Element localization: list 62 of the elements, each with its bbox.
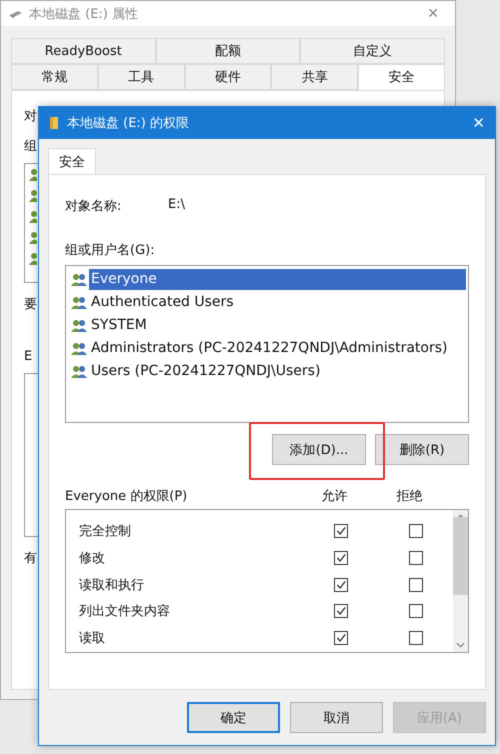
close-button[interactable]: ✕ — [472, 114, 485, 132]
add-button[interactable]: 添加(D)... — [272, 434, 366, 465]
tab[interactable]: ReadyBoost — [11, 38, 156, 64]
label-text: 有 — [24, 551, 37, 567]
dialog-button[interactable]: 取消 — [290, 702, 383, 733]
tab[interactable]: 常规 — [11, 64, 98, 90]
checkbox[interactable] — [334, 604, 348, 618]
users-icon — [71, 342, 87, 356]
tab[interactable]: 共享 — [271, 64, 358, 90]
users-icon — [71, 364, 87, 378]
folder-icon — [49, 116, 59, 130]
user-item[interactable]: Everyone — [89, 269, 466, 290]
checkbox[interactable] — [408, 551, 422, 566]
tab[interactable]: 配额 — [156, 38, 300, 64]
column-header: 允许 — [320, 488, 348, 505]
checkbox[interactable] — [334, 524, 348, 538]
permission-name: 读取 — [78, 630, 106, 648]
checkbox[interactable] — [408, 578, 422, 592]
permission-name: 列出文件夹内容 — [78, 603, 171, 620]
label-text: 要 — [24, 297, 37, 313]
permission-name: 修改 — [78, 550, 106, 568]
object-name-label: 对象名称: — [65, 198, 122, 215]
permission-name: 完全控制 — [78, 523, 132, 540]
label-text: 对 — [24, 109, 37, 125]
users-label: 组或用户名(G): — [65, 242, 156, 259]
dialog-button[interactable]: 确定 — [187, 702, 280, 733]
checkbox[interactable] — [408, 604, 422, 618]
users-icon — [71, 296, 87, 310]
close-button[interactable]: ✕ — [427, 6, 439, 22]
window-title: 本地磁盘 (E:) 属性 — [29, 6, 140, 22]
tab[interactable]: 安全 — [358, 64, 445, 90]
user-icon — [29, 252, 37, 266]
remove-button[interactable]: 删除(R) — [375, 434, 469, 465]
user-icon — [29, 189, 37, 203]
scroll-down-icon[interactable] — [456, 642, 465, 648]
drive-icon — [9, 10, 23, 18]
tab[interactable]: 工具 — [98, 64, 185, 90]
checkbox[interactable] — [334, 551, 348, 566]
user-icon — [29, 168, 37, 182]
object-name-value: E:\ — [168, 197, 185, 214]
user-item[interactable]: Users (PC-20241227QNDJ\Users) — [89, 361, 322, 382]
tab[interactable]: 硬件 — [184, 64, 272, 90]
window-title: 本地磁盘 (E:) 的权限 — [67, 115, 190, 132]
checkbox[interactable] — [408, 524, 422, 538]
permissions-label: Everyone 的权限(P) — [65, 488, 188, 505]
tab[interactable]: 安全 — [48, 148, 96, 174]
user-icon — [29, 210, 37, 224]
user-item[interactable]: Authenticated Users — [89, 292, 236, 313]
users-icon — [71, 272, 87, 286]
user-item[interactable]: Administrators (PC-20241227QNDJ\Administrators) — [89, 338, 450, 359]
label-text: E — [24, 349, 32, 365]
users-icon — [71, 318, 87, 332]
tab[interactable]: 自定义 — [300, 38, 446, 64]
label-text: 组 — [24, 139, 37, 155]
scrollbar[interactable] — [453, 510, 468, 652]
user-icon — [29, 231, 37, 245]
checkbox[interactable] — [334, 631, 348, 646]
checkbox[interactable] — [408, 631, 422, 646]
checkbox[interactable] — [334, 578, 348, 592]
permission-name: 读取和执行 — [78, 576, 145, 594]
user-item[interactable]: SYSTEM — [89, 315, 149, 336]
column-header: 拒绝 — [396, 488, 424, 505]
